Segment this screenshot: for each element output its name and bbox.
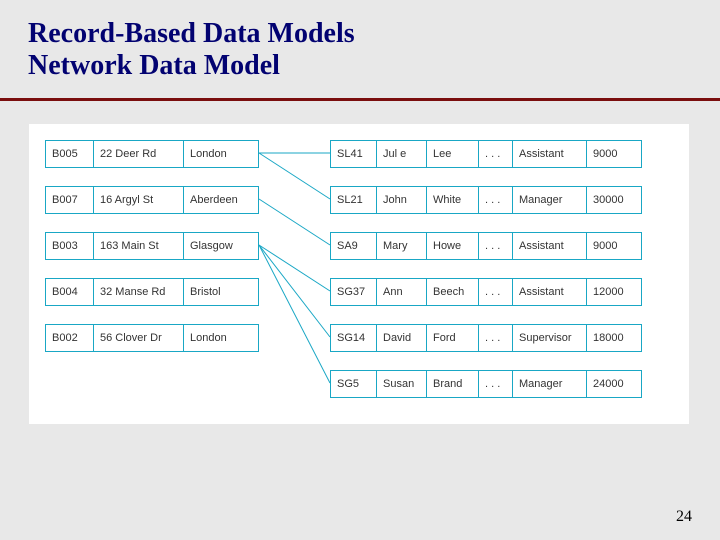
- branch-id: B003: [46, 233, 94, 259]
- staff-more: . . .: [479, 371, 513, 397]
- branch-city: Glasgow: [184, 233, 258, 259]
- staff-role: Assistant: [513, 279, 587, 305]
- staff-id: SG14: [331, 325, 377, 351]
- branch-record: B002 56 Clover Dr London: [45, 324, 259, 352]
- staff-first: Mary: [377, 233, 427, 259]
- staff-id: SL41: [331, 141, 377, 167]
- staff-role: Manager: [513, 371, 587, 397]
- staff-record: SA9 Mary Howe . . . Assistant 9000: [330, 232, 642, 260]
- staff-role: Assistant: [513, 141, 587, 167]
- staff-salary: 12000: [587, 279, 641, 305]
- staff-record: SG37 Ann Beech . . . Assistant 12000: [330, 278, 642, 306]
- staff-more: . . .: [479, 279, 513, 305]
- branch-id: B002: [46, 325, 94, 351]
- staff-record: SG5 Susan Brand . . . Manager 24000: [330, 370, 642, 398]
- staff-first: Ann: [377, 279, 427, 305]
- branch-address: 16 Argyl St: [94, 187, 184, 213]
- staff-role: Assistant: [513, 233, 587, 259]
- slide-title-line-2: Network Data Model: [28, 50, 355, 82]
- staff-record: SL21 John White . . . Manager 30000: [330, 186, 642, 214]
- branch-id: B004: [46, 279, 94, 305]
- slide: Record-Based Data Models Network Data Mo…: [0, 0, 720, 540]
- staff-last: Ford: [427, 325, 479, 351]
- staff-last: Beech: [427, 279, 479, 305]
- branch-city: Aberdeen: [184, 187, 258, 213]
- staff-more: . . .: [479, 187, 513, 213]
- staff-more: . . .: [479, 141, 513, 167]
- branch-address: 22 Deer Rd: [94, 141, 184, 167]
- staff-last: White: [427, 187, 479, 213]
- staff-record: SG14 David Ford . . . Supervisor 18000: [330, 324, 642, 352]
- slide-title-line-1: Record-Based Data Models: [28, 18, 355, 50]
- staff-last: Brand: [427, 371, 479, 397]
- staff-salary: 24000: [587, 371, 641, 397]
- branch-city: London: [184, 141, 258, 167]
- staff-last: Lee: [427, 141, 479, 167]
- branch-record: B004 32 Manse Rd Bristol: [45, 278, 259, 306]
- staff-role: Manager: [513, 187, 587, 213]
- staff-more: . . .: [479, 233, 513, 259]
- staff-first: John: [377, 187, 427, 213]
- staff-salary: 18000: [587, 325, 641, 351]
- branch-address: 163 Main St: [94, 233, 184, 259]
- staff-id: SL21: [331, 187, 377, 213]
- staff-salary: 30000: [587, 187, 641, 213]
- branch-id: B005: [46, 141, 94, 167]
- page-number: 24: [676, 508, 692, 526]
- branch-city: London: [184, 325, 258, 351]
- branch-id: B007: [46, 187, 94, 213]
- staff-id: SG5: [331, 371, 377, 397]
- staff-first: Jul e: [377, 141, 427, 167]
- branch-address: 32 Manse Rd: [94, 279, 184, 305]
- staff-id: SA9: [331, 233, 377, 259]
- staff-more: . . .: [479, 325, 513, 351]
- branch-record: B003 163 Main St Glasgow: [45, 232, 259, 260]
- staff-salary: 9000: [587, 233, 641, 259]
- staff-last: Howe: [427, 233, 479, 259]
- branch-record: B005 22 Deer Rd London: [45, 140, 259, 168]
- staff-role: Supervisor: [513, 325, 587, 351]
- staff-salary: 9000: [587, 141, 641, 167]
- branch-address: 56 Clover Dr: [94, 325, 184, 351]
- staff-record: SL41 Jul e Lee . . . Assistant 9000: [330, 140, 642, 168]
- staff-id: SG37: [331, 279, 377, 305]
- staff-first: David: [377, 325, 427, 351]
- branch-record: B007 16 Argyl St Aberdeen: [45, 186, 259, 214]
- branch-city: Bristol: [184, 279, 258, 305]
- slide-title-block: Record-Based Data Models Network Data Mo…: [28, 18, 355, 82]
- staff-first: Susan: [377, 371, 427, 397]
- title-underline: [0, 98, 720, 101]
